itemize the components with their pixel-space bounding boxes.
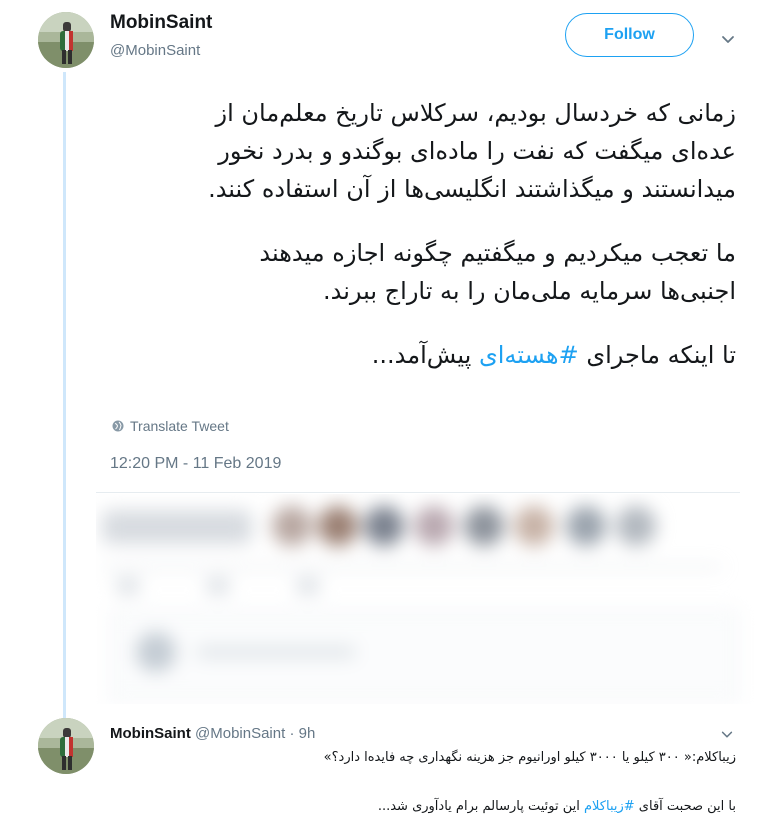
follow-button[interactable]: Follow <box>565 13 694 57</box>
tweet-text-line: عده‌ای میگفت که نفت را ماده‌ای بوگندو و … <box>218 137 736 165</box>
blurred-engagement-area <box>96 494 756 704</box>
reply-text-line: با این صحبت آقای #زیباکلام این توئیت پار… <box>96 799 736 814</box>
chevron-down-icon[interactable] <box>720 728 734 742</box>
tweet-text-line: اجنبی‌ها سرمایه ملی‌مان را به تاراج ببرن… <box>322 277 736 305</box>
reply-handle[interactable]: @MobinSaint <box>195 725 285 742</box>
tweet-text-segment: تا اینکه ماجرای <box>578 341 736 369</box>
tweet-text-line: تا اینکه ماجرای #هسته‌ای پیش‌آمد... <box>100 336 736 374</box>
reply-time[interactable]: 9h <box>299 725 316 742</box>
hashtag-link[interactable]: #زیباکلام <box>584 799 635 814</box>
translate-label[interactable]: Translate Tweet <box>130 418 229 434</box>
timestamp[interactable]: 12:20 PM - 11 Feb 2019 <box>110 455 281 473</box>
reply-text-segment: با این صحبت آقای <box>634 799 736 814</box>
reply-text-segment: این توئیت پارسالم برام یادآوری شد... <box>377 799 584 814</box>
tweet-text-line: ما تعجب میکردیم و میگفتیم چگونه اجازه می… <box>259 239 736 267</box>
tweet-page: MobinSaint @MobinSaint Follow زمانی که خ… <box>0 0 770 827</box>
reply-separator: · <box>289 725 295 742</box>
reply-header: MobinSaint @MobinSaint · 9h <box>110 725 315 742</box>
globe-icon <box>112 420 124 432</box>
avatar[interactable] <box>38 718 94 774</box>
chevron-down-icon[interactable] <box>720 32 736 48</box>
tweet-text: زمانی که خردسال بودیم، سرکلاس تاریخ معلم… <box>100 94 736 374</box>
hashtag-link[interactable]: #هسته‌ای <box>479 341 579 369</box>
avatar[interactable] <box>38 12 94 68</box>
reply-text-line: زیباکلام:« ۳۰۰ کیلو یا ۳۰۰۰ کیلو اورانیو… <box>323 750 736 765</box>
tweet-text-line: زمانی که خردسال بودیم، سرکلاس تاریخ معلم… <box>215 99 736 127</box>
handle[interactable]: @MobinSaint <box>110 42 200 59</box>
display-name[interactable]: MobinSaint <box>110 12 212 34</box>
translate-tweet-link[interactable]: Translate Tweet <box>112 418 229 434</box>
thread-line <box>63 72 66 722</box>
tweet-text-segment: پیش‌آمد... <box>371 341 479 369</box>
tweet-text-line: میدانستند و میگذاشتند انگلیسی‌ها از آن ا… <box>208 175 736 203</box>
divider <box>96 492 740 493</box>
reply-display-name[interactable]: MobinSaint <box>110 725 191 742</box>
